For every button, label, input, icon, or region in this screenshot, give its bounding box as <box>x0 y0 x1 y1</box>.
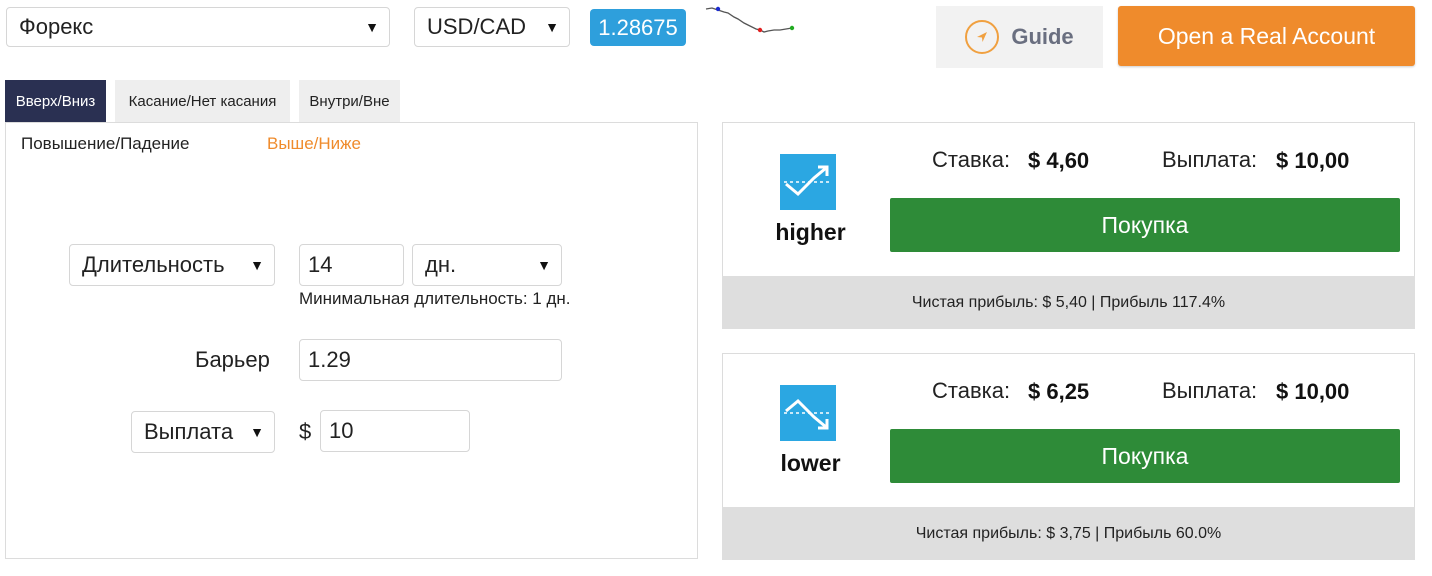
profit-summary: Чистая прибыль: $ 3,75 | Прибыль 60.0% <box>722 507 1415 560</box>
amount-input[interactable]: 10 <box>320 410 470 452</box>
tab-in-out[interactable]: Внутри/Вне <box>299 80 400 122</box>
stake-value: $ 6,25 <box>1028 379 1090 404</box>
payout-label: Выплата: <box>1162 378 1258 403</box>
price-sparkline <box>705 6 795 33</box>
currency-symbol: $ <box>299 419 312 444</box>
guide-icon <box>965 20 1000 54</box>
open-real-account-button[interactable]: Open a Real Account <box>1118 6 1415 66</box>
tab-up-down[interactable]: Вверх/Вниз <box>5 80 106 122</box>
barrier-value: 1.29 <box>308 347 351 372</box>
min-duration-note: Минимальная длительность: 1 дн. <box>299 289 571 308</box>
duration-unit-value: дн. <box>425 252 457 277</box>
contract-card-higher: higher Ставка: $ 4,60 Выплата: $ 10,00 П… <box>722 122 1415 329</box>
tab-touch-no-touch[interactable]: Касание/Нет касания <box>115 80 290 122</box>
stake-label: Ставка: <box>932 378 1011 403</box>
guide-button[interactable]: Guide <box>936 6 1103 68</box>
trend-up-icon <box>780 154 836 210</box>
duration-value: 14 <box>308 252 333 277</box>
symbol-select-value: USD/CAD <box>427 14 527 39</box>
contract-card-lower: lower Ставка: $ 6,25 Выплата: $ 10,00 По… <box>722 353 1415 560</box>
chevron-down-icon: ▼ <box>537 257 551 273</box>
chevron-down-icon: ▼ <box>250 424 264 440</box>
duration-unit-select[interactable]: дн. ▼ <box>412 244 562 286</box>
duration-input[interactable]: 14 <box>299 244 404 286</box>
payout-label: Выплата: <box>1162 147 1258 172</box>
symbol-select[interactable]: USD/CAD ▼ <box>414 7 570 47</box>
market-select[interactable]: Форекс ▼ <box>6 7 390 47</box>
trend-down-icon <box>780 385 836 441</box>
chevron-down-icon: ▼ <box>545 19 559 35</box>
barrier-input[interactable]: 1.29 <box>299 339 562 381</box>
subtab-rise-fall[interactable]: Повышение/Падение <box>21 134 189 154</box>
chevron-down-icon: ▼ <box>365 19 379 35</box>
barrier-label: Барьер <box>195 347 270 372</box>
profit-summary: Чистая прибыль: $ 5,40 | Прибыль 117.4% <box>722 276 1415 329</box>
subtab-higher-lower[interactable]: Выше/Ниже <box>267 134 361 154</box>
contract-type-label: lower <box>780 450 841 476</box>
amount-value: 10 <box>329 418 354 443</box>
buy-lower-button[interactable]: Покупка <box>890 429 1400 483</box>
duration-type-value: Длительность <box>82 252 225 277</box>
contract-type-label: higher <box>775 219 846 245</box>
market-select-value: Форекс <box>19 14 94 39</box>
stake-label: Ставка: <box>932 147 1011 172</box>
payout-value: $ 10,00 <box>1276 379 1350 404</box>
basis-value: Выплата <box>144 419 234 444</box>
guide-label: Guide <box>1011 24 1074 49</box>
basis-select[interactable]: Выплата ▼ <box>131 411 275 453</box>
chevron-down-icon: ▼ <box>250 257 264 273</box>
payout-value: $ 10,00 <box>1276 148 1350 173</box>
buy-higher-button[interactable]: Покупка <box>890 198 1400 252</box>
duration-type-select[interactable]: Длительность ▼ <box>69 244 275 286</box>
spot-price-badge: 1.28675 <box>590 9 686 46</box>
stake-value: $ 4,60 <box>1028 148 1090 173</box>
